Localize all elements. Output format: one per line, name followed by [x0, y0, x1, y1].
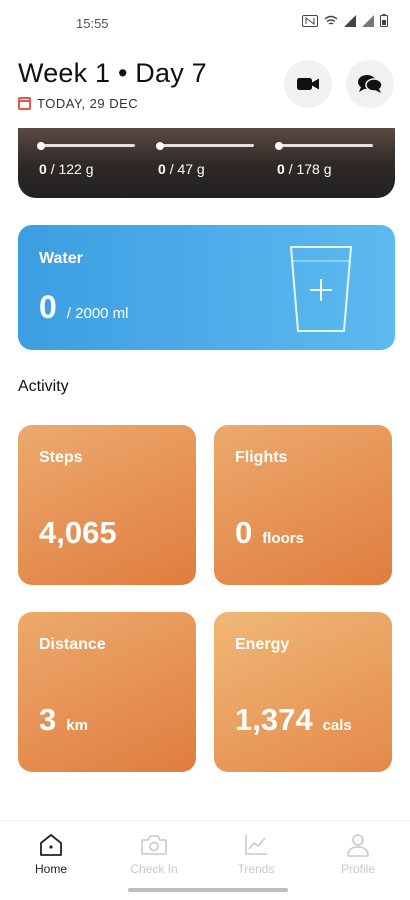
tile-value: 3	[39, 702, 57, 737]
add-water-cup-icon[interactable]	[288, 243, 354, 335]
nav-item-check-in[interactable]: Check In	[114, 833, 194, 876]
tile-unit: floors	[262, 530, 304, 547]
tile-title: Steps	[39, 449, 83, 466]
page-title: Week 1 • Day 7	[18, 58, 207, 88]
flights-tile[interactable]: Flights 0 floors	[214, 425, 392, 585]
date-label: TODAY, 29 DEC	[37, 96, 139, 111]
tile-title: Flights	[235, 449, 288, 466]
macro-progress-bar	[275, 141, 373, 150]
macro-target: / 47 g	[169, 161, 205, 177]
water-amount: 0	[39, 289, 57, 325]
tile-title: Energy	[235, 636, 290, 653]
date-row: TODAY, 29 DEC	[18, 96, 138, 111]
tile-unit: km	[66, 717, 88, 734]
signal-icon	[362, 14, 374, 27]
nav-item-home[interactable]: Home	[11, 833, 91, 876]
water-value: 0 / 2000 ml	[39, 289, 129, 326]
nav-label: Profile	[340, 862, 375, 876]
nav-label: Trends	[237, 862, 275, 876]
nav-item-profile[interactable]: Profile	[318, 833, 398, 876]
signal-icon	[344, 14, 356, 27]
person-icon	[347, 834, 369, 857]
macro-item: 0 / 122 g	[37, 141, 135, 177]
nav-label: Check In	[130, 862, 178, 876]
home-indicator[interactable]	[128, 888, 288, 892]
water-title: Water	[39, 250, 83, 267]
steps-tile[interactable]: Steps 4,065	[18, 425, 196, 585]
home-icon	[40, 834, 62, 856]
nfc-icon	[302, 14, 318, 27]
distance-tile[interactable]: Distance 3 km	[18, 612, 196, 772]
calendar-icon	[18, 97, 31, 110]
tile-value: 0	[235, 515, 253, 550]
battery-icon	[380, 14, 388, 27]
video-camera-icon	[297, 78, 319, 90]
macro-item: 0 / 178 g	[275, 141, 373, 177]
macro-value: 0	[39, 161, 47, 177]
nav-item-trends[interactable]: Trends	[216, 833, 296, 876]
energy-tile[interactable]: Energy 1,374 cals	[214, 612, 392, 772]
wifi-icon	[324, 15, 338, 25]
tile-unit: cals	[322, 717, 352, 734]
chat-button[interactable]	[346, 60, 394, 108]
macro-target: / 178 g	[288, 161, 332, 177]
status-bar: 15:55	[0, 0, 410, 46]
status-icons	[302, 14, 388, 27]
video-call-button[interactable]	[284, 60, 332, 108]
water-card[interactable]: Water 0 / 2000 ml	[18, 225, 395, 350]
macro-item: 0 / 47 g	[156, 141, 254, 177]
activity-heading: Activity	[18, 378, 69, 395]
macro-value: 0	[158, 161, 166, 177]
water-goal: / 2000 ml	[66, 305, 129, 322]
tile-value: 4,065	[39, 515, 117, 550]
macro-progress-bar	[156, 141, 254, 150]
nav-label: Home	[34, 862, 67, 876]
tile-value: 1,374	[235, 702, 313, 737]
macro-value: 0	[277, 161, 285, 177]
macros-card[interactable]: 0 / 122 g 0 / 47 g 0 / 178 g	[18, 128, 395, 198]
camera-icon	[141, 835, 167, 855]
macro-progress-bar	[37, 141, 135, 150]
status-time: 15:55	[76, 16, 109, 31]
macro-target: / 122 g	[50, 161, 94, 177]
tile-title: Distance	[39, 636, 106, 653]
chat-bubbles-icon	[358, 75, 383, 93]
chart-icon	[245, 835, 267, 855]
